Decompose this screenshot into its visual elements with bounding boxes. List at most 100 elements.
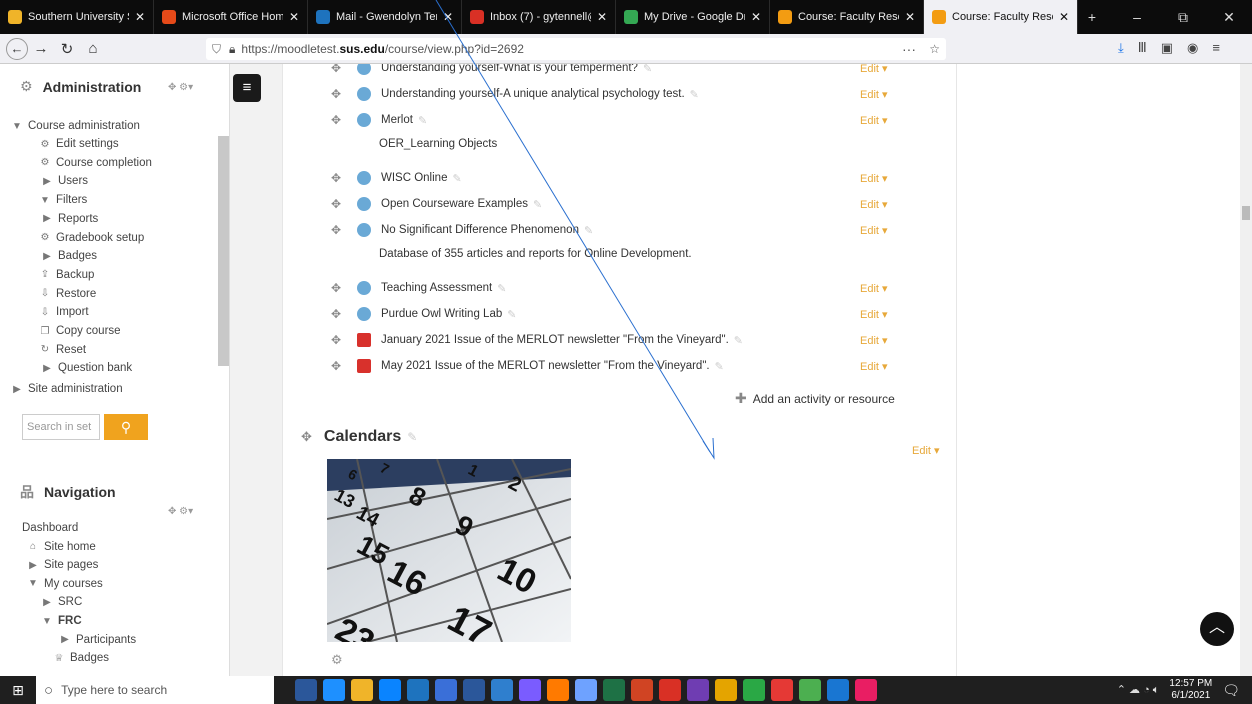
close-tab-icon[interactable]: ✕ [289, 10, 299, 24]
taskbar-app-icon[interactable] [323, 679, 345, 701]
activity-row[interactable]: ✥ January 2021 Issue of the MERLOT newsle… [331, 330, 931, 350]
sidebar-scrollbar[interactable] [218, 136, 229, 366]
system-tray-icons[interactable]: ⌃ ☁ ◔ 🔈︎ [1117, 683, 1160, 697]
activity-link[interactable]: Understanding yourself-A unique analytic… [381, 88, 685, 100]
activity-link[interactable]: Open Courseware Examples [381, 198, 528, 210]
edit-pencil-icon[interactable]: ✎ [497, 282, 506, 295]
move-icon[interactable]: ✥ [301, 429, 312, 445]
site-administration[interactable]: ▶ Site administration [10, 383, 122, 395]
admin-item[interactable]: ▶ Reports [40, 213, 98, 225]
activity-link[interactable]: No Significant Difference Phenomenon [381, 224, 579, 236]
taskbar-app-icon[interactable] [491, 679, 513, 701]
activity-row[interactable]: ✥ No Significant Difference Phenomenon ✎ Ed… [331, 220, 931, 240]
browser-tab[interactable]: Inbox (7) - gytennell@g ✕ [462, 0, 616, 34]
admin-item[interactable]: ⚙ Course completion [38, 157, 152, 169]
taskbar-app-icon[interactable] [295, 679, 317, 701]
admin-item[interactable]: ↻ Reset [38, 344, 86, 356]
activity-link[interactable]: Purdue Owl Writing Lab [381, 308, 502, 320]
search-button[interactable]: ⚲ [104, 414, 148, 440]
activity-row[interactable]: ✥ WISC Online ✎ Edit ▾ [331, 168, 931, 188]
page-scrollbar[interactable] [1240, 64, 1252, 676]
edit-pencil-icon[interactable]: ✎ [418, 114, 427, 127]
nav-item[interactable]: ♕ Badges [52, 652, 110, 664]
restore-button[interactable]: ⧉ [1160, 9, 1206, 26]
taskbar-app-icon[interactable] [855, 679, 877, 701]
move-icon[interactable]: ✥ [331, 223, 347, 237]
activity-edit-menu[interactable]: Edit ▾ [860, 198, 888, 211]
admin-item[interactable]: ▶ Users [40, 175, 88, 187]
activity-link[interactable]: WISC Online [381, 172, 447, 184]
nav-block-controls-icon[interactable]: ✥ ⚙▾ [168, 506, 193, 517]
page-actions-menu[interactable]: ··· [902, 41, 916, 57]
activity-row[interactable]: ✥ Merlot ✎ Edit ▾ [331, 110, 931, 130]
close-tab-icon[interactable]: ✕ [135, 10, 145, 24]
browser-tab[interactable]: Course: Faculty Resource ✕ [924, 0, 1078, 34]
nav-item[interactable]: ▶ Participants [58, 634, 136, 646]
activity-edit-menu[interactable]: Edit ▾ [860, 334, 888, 347]
admin-item[interactable]: ❐ Copy course [38, 325, 121, 337]
edit-pencil-icon[interactable]: ✎ [690, 88, 699, 101]
nav-item[interactable]: ▶ SRC [40, 596, 82, 608]
activity-link[interactable]: May 2021 Issue of the MERLOT newsletter … [381, 360, 710, 372]
taskbar-app-icon[interactable] [715, 679, 737, 701]
activity-link[interactable]: Teaching Assessment [381, 282, 492, 294]
activity-link[interactable]: January 2021 Issue of the MERLOT newslet… [381, 334, 729, 346]
activity-row[interactable]: ✥ Understanding yourself-A unique analyti… [331, 84, 931, 104]
browser-tab[interactable]: Southern University Shre ✕ [0, 0, 154, 34]
forward-icon[interactable]: → [28, 40, 54, 57]
browser-tab[interactable]: My Drive - Google Drive ✕ [616, 0, 770, 34]
close-tab-icon[interactable]: ✕ [597, 10, 607, 24]
admin-item[interactable]: ⚙ Gradebook setup [38, 232, 145, 244]
move-icon[interactable]: ✥ [331, 281, 347, 295]
activity-row[interactable]: ✥ Understanding yourself-What is your tem… [331, 64, 931, 78]
activity-edit-menu[interactable]: Edit ▾ [860, 114, 888, 127]
taskbar-app-icon[interactable] [743, 679, 765, 701]
browser-tab[interactable]: Mail - Gwendolyn Tenne ✕ [308, 0, 462, 34]
nav-item[interactable]: ▼ FRC [40, 615, 82, 627]
taskbar-app-icon[interactable] [463, 679, 485, 701]
taskbar-app-icon[interactable] [631, 679, 653, 701]
move-icon[interactable]: ✥ [331, 333, 347, 347]
admin-item[interactable]: ▶ Badges [40, 250, 97, 262]
taskbar-app-icon[interactable] [435, 679, 457, 701]
admin-search-input[interactable]: Search in set [22, 414, 100, 440]
activity-edit-menu[interactable]: Edit ▾ [860, 360, 888, 373]
taskbar-app-icon[interactable] [659, 679, 681, 701]
gear-icon[interactable]: ⚙ [331, 652, 343, 668]
move-icon[interactable]: ✥ [331, 87, 347, 101]
activity-edit-menu[interactable]: Edit ▾ [860, 282, 888, 295]
close-tab-icon[interactable]: ✕ [751, 10, 761, 24]
admin-item[interactable]: ⇩ Import [38, 306, 89, 318]
activity-row[interactable]: ✥ Teaching Assessment ✎ Edit ▾ [331, 278, 931, 298]
activity-edit-menu[interactable]: Edit ▾ [860, 88, 888, 101]
minimize-button[interactable]: – [1114, 9, 1160, 25]
close-tab-icon[interactable]: ✕ [905, 10, 915, 24]
address-bar[interactable]: ⛉ 🔒︎ https://moodletest. sus.edu/course/v… [206, 38, 946, 60]
downloads-icon[interactable]: ⤓ [1118, 40, 1124, 56]
edit-pencil-icon[interactable]: ✎ [533, 198, 542, 211]
close-tab-icon[interactable]: ✕ [443, 10, 453, 24]
drawer-toggle-icon[interactable]: ≡ [233, 74, 261, 102]
move-icon[interactable]: ✥ [331, 359, 347, 373]
taskbar-app-icon[interactable] [351, 679, 373, 701]
nav-item[interactable]: Dashboard [22, 522, 78, 534]
bookmark-star-icon[interactable]: ☆ [929, 42, 940, 56]
close-tab-icon[interactable]: ✕ [1059, 10, 1069, 24]
move-icon[interactable]: ✥ [331, 307, 347, 321]
library-icon[interactable]: Ⅲ [1138, 40, 1147, 56]
nav-item[interactable]: ▼ My courses [26, 578, 103, 590]
page-scroll-thumb[interactable] [1242, 206, 1250, 220]
browser-tab[interactable]: Microsoft Office Home ✕ [154, 0, 308, 34]
taskbar-app-icon[interactable] [379, 679, 401, 701]
back-to-top-button[interactable]: ︿ [1200, 612, 1234, 646]
taskbar-app-icon[interactable] [407, 679, 429, 701]
edit-pencil-icon[interactable]: ✎ [715, 360, 724, 373]
edit-pencil-icon[interactable]: ✎ [734, 334, 743, 347]
edit-pencil-icon[interactable]: ✎ [407, 430, 417, 444]
activity-edit-menu[interactable]: Edit ▾ [860, 308, 888, 321]
taskbar-app-icon[interactable] [827, 679, 849, 701]
back-icon[interactable]: ← [6, 37, 28, 60]
activity-edit-menu[interactable]: Edit ▾ [860, 172, 888, 185]
move-icon[interactable]: ✥ [331, 197, 347, 211]
nav-item[interactable]: ▶ Site pages [26, 559, 98, 571]
